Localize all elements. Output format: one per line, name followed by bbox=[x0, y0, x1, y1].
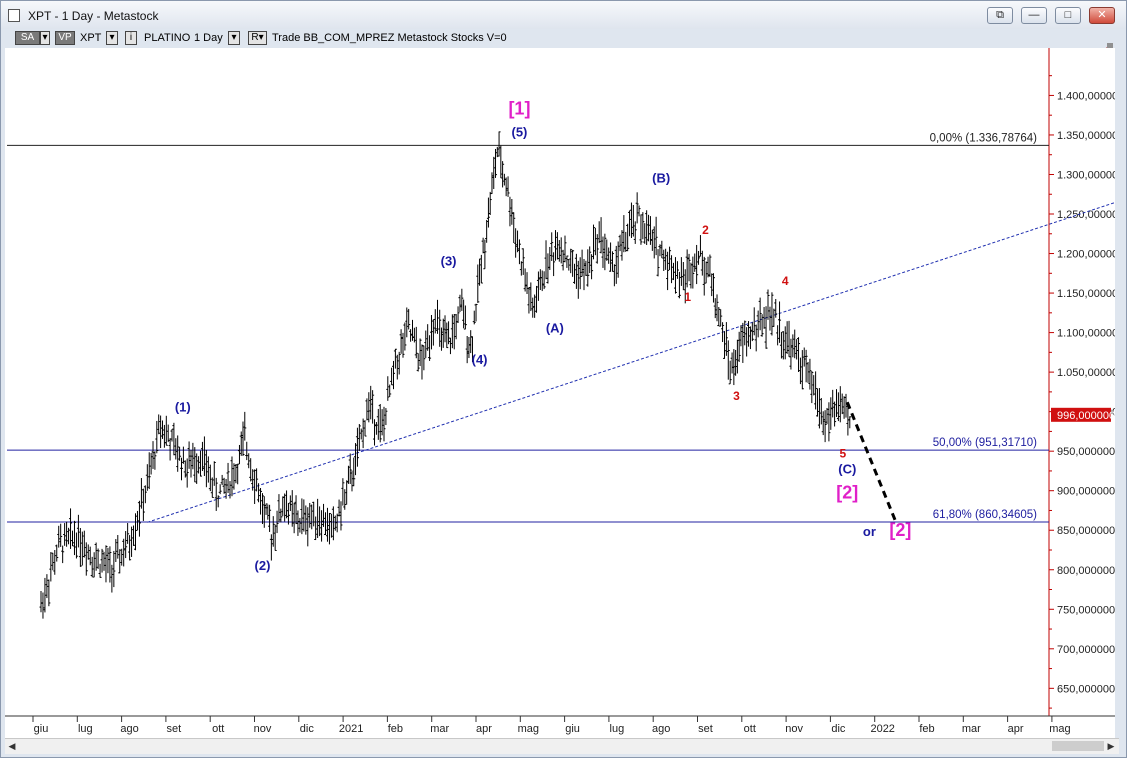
restore-icon[interactable]: ⧉ bbox=[987, 7, 1013, 24]
wave-label: [2] bbox=[836, 483, 858, 503]
period-label: 1 Day bbox=[194, 32, 223, 44]
y-tick-label: 1.200,000000 bbox=[1057, 249, 1115, 261]
x-tick-label: set bbox=[698, 723, 713, 735]
r-button[interactable]: R▾ bbox=[248, 31, 267, 45]
r-label: R bbox=[251, 32, 259, 43]
chart-area[interactable]: 650,000000 700,000000 750,000000 800,000000… bbox=[5, 48, 1127, 738]
x-tick-label: 2021 bbox=[339, 723, 363, 735]
x-tick-label: nov bbox=[785, 723, 803, 735]
x-tick-label: ott bbox=[212, 723, 224, 735]
minimize-button[interactable]: — bbox=[1021, 7, 1047, 24]
symbol-label: XPT bbox=[80, 32, 102, 44]
wave-label: (3) bbox=[441, 253, 457, 268]
document-icon bbox=[8, 9, 20, 22]
wave-label: 5 bbox=[839, 446, 846, 460]
y-tick-label: 850,000000 bbox=[1057, 525, 1115, 537]
y-tick-label: 950,000000 bbox=[1057, 446, 1115, 458]
y-tick-label: 1.050,000000 bbox=[1057, 367, 1115, 379]
info-icon[interactable]: i bbox=[125, 31, 137, 45]
x-tick-label: lug bbox=[610, 723, 625, 735]
sa-button[interactable]: SA bbox=[15, 31, 40, 45]
wave-label: 1 bbox=[684, 290, 691, 304]
app-window: XPT - 1 Day - Metastock ⧉ — □ ✕ SA ▾ VP … bbox=[0, 0, 1127, 758]
x-tick-label: mag bbox=[1049, 723, 1070, 735]
y-tick-label: 900,000000 bbox=[1057, 486, 1115, 498]
wave-label: [2] bbox=[889, 520, 911, 540]
instrument-name: PLATINO bbox=[144, 32, 191, 44]
sa-dropdown-icon[interactable]: ▾ bbox=[40, 31, 50, 45]
wave-label: or bbox=[863, 524, 876, 539]
x-tick-label: mag bbox=[518, 723, 539, 735]
y-tick-label: 650,000000 bbox=[1057, 683, 1115, 695]
y-tick-label: 750,000000 bbox=[1057, 604, 1115, 616]
x-tick-label: apr bbox=[1008, 723, 1024, 735]
fib-line-label: 61,80% (860,34605) bbox=[933, 509, 1037, 521]
x-tick-label: 2022 bbox=[870, 723, 894, 735]
wave-label: 3 bbox=[733, 389, 740, 403]
y-tick-label: 1.400,000000 bbox=[1057, 90, 1115, 102]
y-tick-label: 700,000000 bbox=[1057, 644, 1115, 656]
wave-label: [1] bbox=[508, 98, 530, 118]
x-tick-label: feb bbox=[388, 723, 403, 735]
x-tick-label: ago bbox=[120, 723, 138, 735]
x-tick-label: feb bbox=[919, 723, 934, 735]
vp-button[interactable]: VP bbox=[55, 31, 75, 45]
x-tick-label: lug bbox=[78, 723, 93, 735]
wave-label: (4) bbox=[472, 352, 488, 367]
x-tick-label: dic bbox=[831, 723, 846, 735]
x-tick-label: giu bbox=[565, 723, 580, 735]
title-bar: XPT - 1 Day - Metastock ⧉ — □ ✕ bbox=[1, 1, 1126, 29]
x-tick-label: nov bbox=[254, 723, 272, 735]
y-tick-label: 1.100,000000 bbox=[1057, 328, 1115, 340]
wave-label: (2) bbox=[255, 558, 271, 573]
wave-label: (C) bbox=[838, 461, 856, 476]
x-tick-label: dic bbox=[300, 723, 315, 735]
wave-label: (1) bbox=[175, 400, 191, 415]
x-tick-label: ago bbox=[652, 723, 670, 735]
scroll-right-icon[interactable]: ▶ bbox=[1106, 741, 1116, 751]
y-tick-label: 1.300,000000 bbox=[1057, 169, 1115, 181]
wave-label: (B) bbox=[652, 170, 670, 185]
x-tick-label: mar bbox=[430, 723, 449, 735]
chart-toolbar: SA ▾ VP XPT ▾ i PLATINO 1 Day ▾ R▾ Trade… bbox=[5, 30, 1049, 48]
x-tick-label: apr bbox=[476, 723, 492, 735]
x-tick-label: giu bbox=[34, 723, 49, 735]
wave-label: (A) bbox=[546, 321, 564, 336]
price-chart[interactable]: 650,000000 700,000000 750,000000 800,000000… bbox=[5, 48, 1127, 738]
scroll-left-icon[interactable]: ◀ bbox=[7, 741, 17, 751]
close-button[interactable]: ✕ bbox=[1089, 7, 1115, 24]
wave-label: (5) bbox=[511, 125, 527, 140]
symbol-dropdown-icon[interactable]: ▾ bbox=[106, 31, 118, 45]
chart-background bbox=[5, 48, 1115, 738]
last-price-label: 996,000000 bbox=[1057, 410, 1115, 422]
x-tick-label: ott bbox=[744, 723, 756, 735]
fib-line-label: 0,00% (1.336,78764) bbox=[930, 132, 1038, 144]
period-dropdown-icon[interactable]: ▾ bbox=[228, 31, 240, 45]
wave-label: 4 bbox=[782, 274, 789, 288]
maximize-button[interactable]: □ bbox=[1055, 7, 1081, 24]
x-tick-label: mar bbox=[962, 723, 981, 735]
scroll-thumb[interactable] bbox=[1052, 741, 1104, 751]
window-title: XPT - 1 Day - Metastock bbox=[28, 9, 159, 23]
y-tick-label: 1.350,000000 bbox=[1057, 130, 1115, 142]
fib-line-label: 50,00% (951,31710) bbox=[933, 437, 1037, 449]
toolbar-info-text: Trade BB_COM_MPREZ Metastock Stocks V=0 bbox=[272, 32, 507, 44]
wave-label: 2 bbox=[702, 223, 709, 237]
x-tick-label: set bbox=[167, 723, 182, 735]
y-tick-label: 1.150,000000 bbox=[1057, 288, 1115, 300]
y-tick-label: 800,000000 bbox=[1057, 565, 1115, 577]
horizontal-scrollbar[interactable]: ◀ ▶ bbox=[5, 738, 1119, 754]
